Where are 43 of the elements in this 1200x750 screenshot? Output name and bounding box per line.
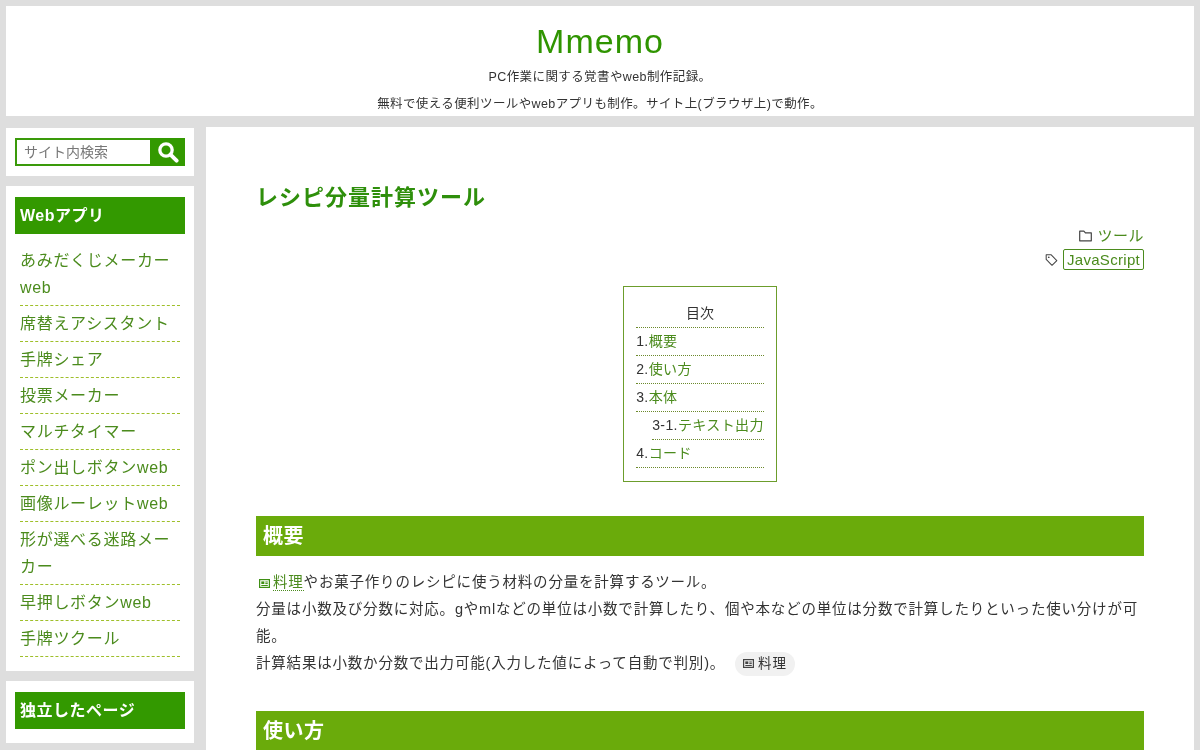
- article-title: レシピ分量計算ツール: [256, 184, 487, 212]
- search-button[interactable]: [150, 138, 185, 166]
- sidebar-link[interactable]: 手牌ツクール: [20, 625, 180, 652]
- sidebar-link[interactable]: 席替えアシスタント: [20, 310, 180, 337]
- keyword-tag[interactable]: 料理: [735, 651, 795, 676]
- sidebar-link[interactable]: あみだくじメーカーweb: [20, 247, 180, 301]
- sidebar-link[interactable]: 画像ルーレットweb: [20, 490, 180, 517]
- site-description: PC作業に関する覚書やweb制作記録。: [487, 69, 713, 86]
- search-field[interactable]: サイト内検索: [15, 138, 150, 166]
- paragraph: 計算結果は小数か分数で出力可能(入力した値によって自動で判別)。 料理: [256, 650, 1144, 677]
- toc-link[interactable]: 概要: [648, 333, 678, 349]
- sidebar-link[interactable]: ポン出しボタンweb: [20, 454, 180, 481]
- toc-number: 2.: [636, 361, 649, 377]
- site-title[interactable]: Mmemo: [6, 18, 1194, 64]
- sidebar-link[interactable]: マルチタイマー: [20, 418, 180, 445]
- toc-title: 目次: [636, 300, 764, 328]
- folder-icon: [1079, 229, 1093, 242]
- toc-link[interactable]: コード: [648, 445, 692, 461]
- keyword-link[interactable]: 料理: [273, 574, 304, 591]
- tag-link[interactable]: JavaScript: [1062, 249, 1144, 270]
- paragraph: 料理やお菓子作りのレシピに使う材料の分量を計算するツール。: [256, 569, 1144, 596]
- toc-link[interactable]: テキスト出力: [677, 417, 764, 433]
- tag-icon: [1044, 253, 1058, 266]
- section-heading: 概要: [256, 516, 1144, 556]
- toc-number: 3.: [636, 389, 649, 405]
- category-link[interactable]: ツール: [1097, 222, 1144, 249]
- widget-heading: 独立したページ: [15, 692, 185, 729]
- toc-number: 3-1.: [652, 417, 678, 433]
- search-icon: [156, 141, 179, 163]
- sidebar-link[interactable]: 早押しボタンweb: [20, 589, 180, 616]
- toc-link[interactable]: 使い方: [648, 361, 692, 377]
- toc-link[interactable]: 本体: [648, 389, 678, 405]
- site-description: 無料で使える便利ツールやwebアプリも制作。サイト上(ブラウザ上)で動作。: [376, 96, 824, 113]
- newspaper-icon: [743, 659, 755, 668]
- sidebar-link[interactable]: 形が選べる迷路メーカー: [20, 526, 180, 580]
- newspaper-icon: [259, 579, 270, 588]
- section-heading: 使い方: [256, 711, 1144, 750]
- toc-number: 1.: [636, 333, 649, 349]
- sidebar-link[interactable]: 手牌シェア: [20, 346, 180, 373]
- toc-number: 4.: [636, 445, 649, 461]
- paragraph: 分量は小数及び分数に対応。gやmlなどの単位は小数で計算したり、個や本などの単位は分数で計算したりといった使い分けが可能。: [256, 600, 1139, 646]
- sidebar-link[interactable]: 投票メーカー: [20, 382, 180, 409]
- widget-heading: Webアプリ: [15, 197, 185, 234]
